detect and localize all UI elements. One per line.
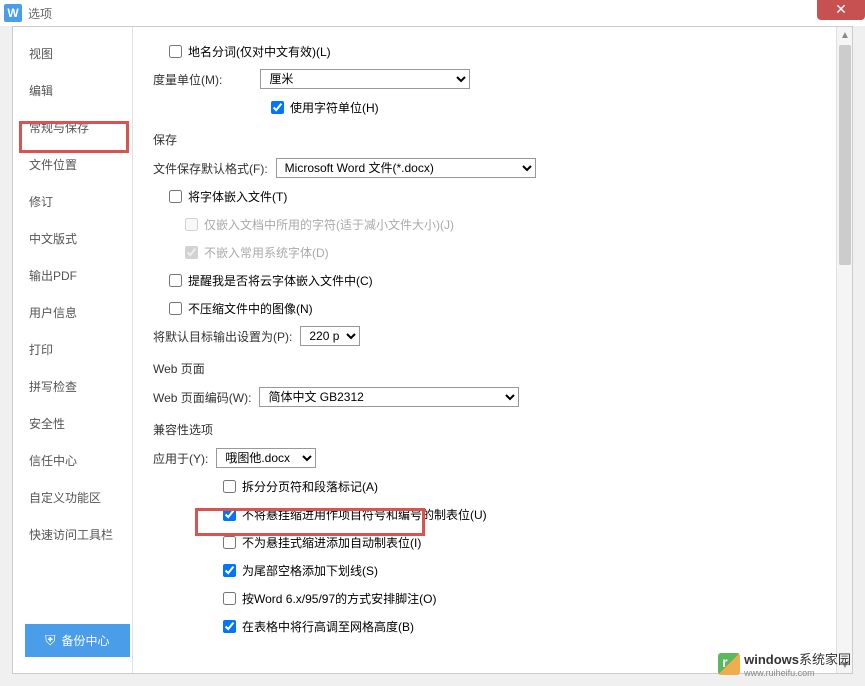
backup-label: 备份中心 xyxy=(62,632,110,649)
section-save: 保存 xyxy=(153,131,832,148)
section-web: Web 页面 xyxy=(153,360,832,377)
content-panel: 地名分词(仅对中文有效)(L) 度量单位(M): 厘米 使用字符单位(H) 保存… xyxy=(133,27,852,673)
sidebar-item-trust-center[interactable]: 信任中心 xyxy=(13,442,132,479)
close-button[interactable] xyxy=(817,0,865,20)
checkbox-compat-0[interactable] xyxy=(223,480,236,493)
sidebar-item-general-save[interactable]: 常规与保存 xyxy=(13,109,132,146)
section-compat: 兼容性选项 xyxy=(153,421,832,438)
label-unit: 度量单位(M): xyxy=(153,71,222,88)
scroll-up-icon[interactable]: ▲ xyxy=(837,27,852,43)
watermark-suffix: 系统家园 xyxy=(799,652,851,667)
label-no-compress-images: 不压缩文件中的图像(N) xyxy=(188,300,313,317)
label-default-format: 文件保存默认格式(F): xyxy=(153,160,268,177)
label-compat-3: 为尾部空格添加下划线(S) xyxy=(242,562,378,579)
scrollbar[interactable]: ▲ ▼ xyxy=(836,27,852,673)
titlebar: W 选项 xyxy=(0,0,865,26)
sidebar: 视图 编辑 常规与保存 文件位置 修订 中文版式 输出PDF 用户信息 打印 拼… xyxy=(13,27,133,673)
sidebar-item-spellcheck[interactable]: 拼写检查 xyxy=(13,368,132,405)
label-default-output: 将默认目标输出设置为(P): xyxy=(153,328,292,345)
label-compat-1: 不将悬挂缩进用作项目符号和编号的制表位(U) xyxy=(242,506,487,523)
label-embed-only-used: 仅嵌入文档中所用的字符(适于减小文件大小)(J) xyxy=(204,216,454,233)
checkbox-compat-1[interactable] xyxy=(223,508,236,521)
label-compat-4: 按Word 6.x/95/97的方式安排脚注(O) xyxy=(242,590,437,607)
dialog-body: 视图 编辑 常规与保存 文件位置 修订 中文版式 输出PDF 用户信息 打印 拼… xyxy=(12,26,853,674)
label-compat-5: 在表格中将行高调至网格高度(B) xyxy=(242,618,414,635)
sidebar-item-edit[interactable]: 编辑 xyxy=(13,72,132,109)
label-cloud-fonts-warn: 提醒我是否将云字体嵌入文件中(C) xyxy=(188,272,373,289)
watermark-brand: windows xyxy=(744,652,799,667)
app-icon: W xyxy=(4,4,22,22)
label-web-encoding: Web 页面编码(W): xyxy=(153,389,251,406)
checkbox-embed-only-used xyxy=(185,218,198,231)
select-default-format[interactable]: Microsoft Word 文件(*.docx) xyxy=(276,158,536,178)
window-title: 选项 xyxy=(28,5,52,22)
label-no-embed-system: 不嵌入常用系统字体(D) xyxy=(204,244,329,261)
label-place-name-split: 地名分词(仅对中文有效)(L) xyxy=(188,43,331,60)
label-use-char-unit: 使用字符单位(H) xyxy=(290,99,379,116)
checkbox-cloud-fonts-warn[interactable] xyxy=(169,274,182,287)
sidebar-item-view[interactable]: 视图 xyxy=(13,35,132,72)
select-unit[interactable]: 厘米 xyxy=(260,69,470,89)
sidebar-item-output-pdf[interactable]: 输出PDF xyxy=(13,257,132,294)
sidebar-item-chinese-layout[interactable]: 中文版式 xyxy=(13,220,132,257)
watermark-domain: www.ruiheifu.com xyxy=(744,668,851,678)
checkbox-no-compress-images[interactable] xyxy=(169,302,182,315)
sidebar-item-security[interactable]: 安全性 xyxy=(13,405,132,442)
sidebar-item-file-location[interactable]: 文件位置 xyxy=(13,146,132,183)
label-apply-to: 应用于(Y): xyxy=(153,450,208,467)
checkbox-use-char-unit[interactable] xyxy=(271,101,284,114)
scroll-thumb[interactable] xyxy=(839,45,851,265)
sidebar-item-quick-access[interactable]: 快速访问工具栏 xyxy=(13,516,132,553)
select-web-encoding[interactable]: 简体中文 GB2312 xyxy=(259,387,519,407)
sidebar-item-revision[interactable]: 修订 xyxy=(13,183,132,220)
shield-icon xyxy=(45,632,56,649)
watermark-icon xyxy=(718,653,740,675)
select-apply-to[interactable]: 哦图他.docx xyxy=(216,448,316,468)
checkbox-compat-3[interactable] xyxy=(223,564,236,577)
checkbox-compat-2[interactable] xyxy=(223,536,236,549)
checkbox-no-embed-system xyxy=(185,246,198,259)
label-compat-0: 拆分分页符和段落标记(A) xyxy=(242,478,378,495)
sidebar-item-customize-ribbon[interactable]: 自定义功能区 xyxy=(13,479,132,516)
checkbox-place-name-split[interactable] xyxy=(169,45,182,58)
checkbox-compat-5[interactable] xyxy=(223,620,236,633)
sidebar-item-print[interactable]: 打印 xyxy=(13,331,132,368)
checkbox-embed-fonts[interactable] xyxy=(169,190,182,203)
label-compat-2: 不为悬挂式缩进添加自动制表位(I) xyxy=(242,534,421,551)
checkbox-compat-4[interactable] xyxy=(223,592,236,605)
sidebar-item-user-info[interactable]: 用户信息 xyxy=(13,294,132,331)
select-default-output[interactable]: 220 ppi xyxy=(300,326,360,346)
backup-center-button[interactable]: 备份中心 xyxy=(25,624,130,657)
watermark: windows系统家园 www.ruiheifu.com xyxy=(718,649,851,678)
label-embed-fonts: 将字体嵌入文件(T) xyxy=(188,188,287,205)
